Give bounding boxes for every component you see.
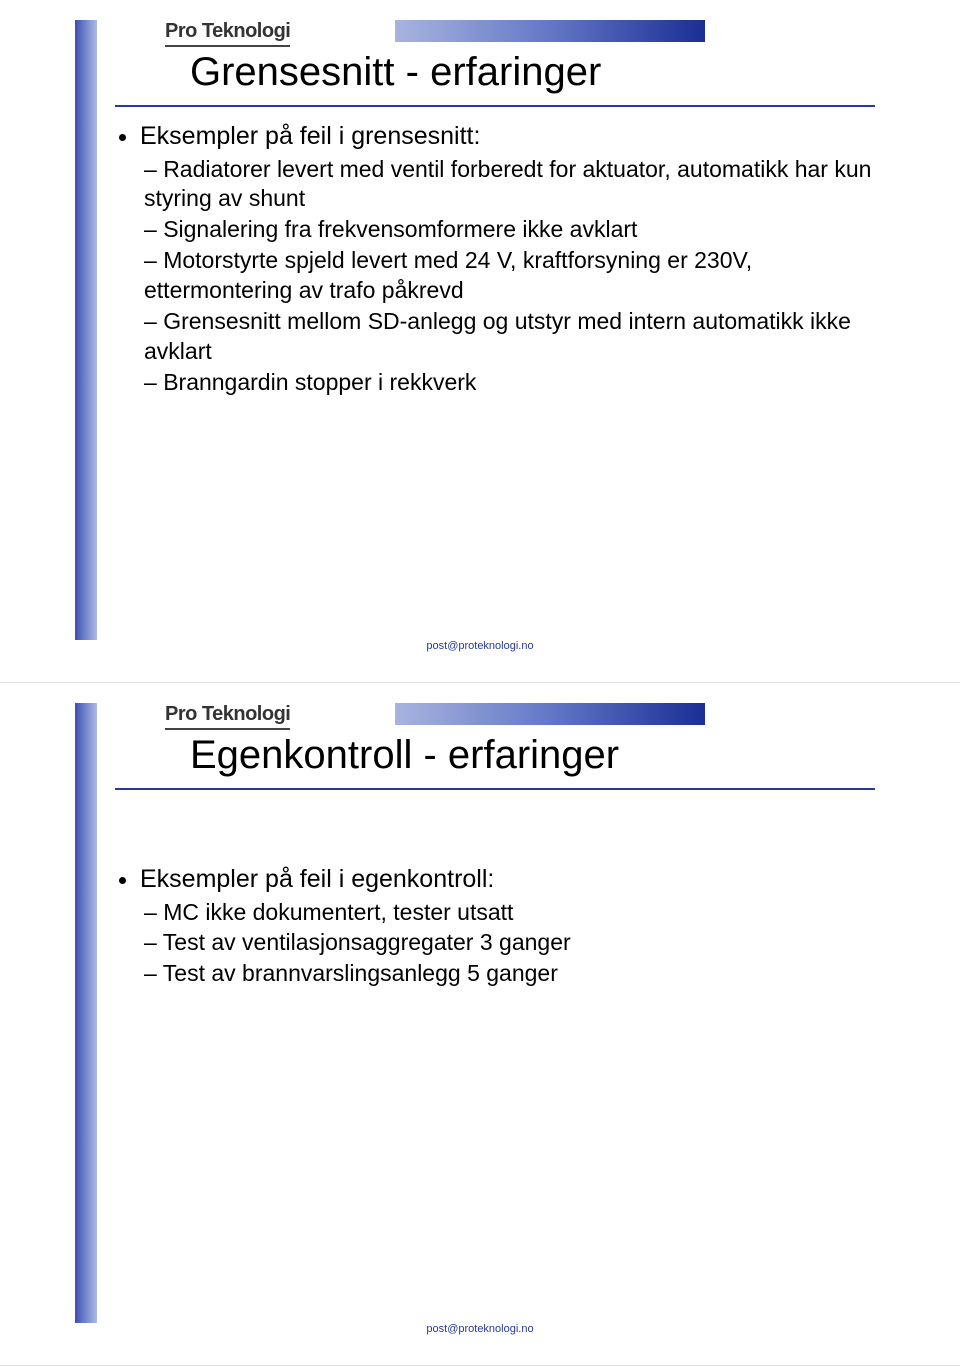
- footer-email: post@proteknologi.no: [0, 640, 960, 652]
- horizontal-accent-bar: [395, 20, 705, 42]
- title-underline: [115, 105, 875, 107]
- title-underline: [115, 788, 875, 790]
- vertical-accent-bar: [75, 20, 97, 640]
- footer-email: post@proteknologi.no: [0, 1323, 960, 1335]
- sub-bullet: Signalering fra frekvensomformere ikke a…: [144, 215, 890, 245]
- sub-bullet: Grensesnitt mellom SD-anlegg og utstyr m…: [144, 307, 890, 367]
- bullet-main: Eksempler på feil i egenkontroll: MC ikk…: [140, 863, 890, 989]
- bullet-main-text: Eksempler på feil i grensesnitt:: [140, 122, 480, 150]
- slide-2: Pro Teknologi Egenkontroll - erfaringer …: [0, 683, 960, 1366]
- horizontal-accent-bar: [395, 703, 705, 725]
- slide-content: Eksempler på feil i grensesnitt: Radiato…: [120, 120, 890, 400]
- sub-bullet: Motorstyrte spjeld levert med 24 V, kraf…: [144, 246, 890, 306]
- bullet-main-text: Eksempler på feil i egenkontroll:: [140, 865, 494, 893]
- sub-bullet: Radiatorer levert med ventil forberedt f…: [144, 155, 890, 215]
- slide-title: Grensesnitt - erfaringer: [190, 50, 601, 95]
- vertical-accent-bar: [75, 703, 97, 1323]
- slide-content: Eksempler på feil i egenkontroll: MC ikk…: [120, 863, 890, 991]
- brand-logo: Pro Teknologi: [165, 20, 290, 47]
- slide-1: Pro Teknologi Grensesnitt - erfaringer E…: [0, 0, 960, 683]
- sub-bullet: Branngardin stopper i rekkverk: [144, 368, 890, 398]
- sub-bullet: Test av brannvarslingsanlegg 5 ganger: [144, 959, 890, 989]
- sub-bullet: MC ikke dokumentert, tester utsatt: [144, 898, 890, 928]
- brand-logo: Pro Teknologi: [165, 703, 290, 730]
- slide-title: Egenkontroll - erfaringer: [190, 733, 619, 778]
- sub-bullet: Test av ventilasjonsaggregater 3 ganger: [144, 928, 890, 958]
- bullet-main: Eksempler på feil i grensesnitt: Radiato…: [140, 120, 890, 398]
